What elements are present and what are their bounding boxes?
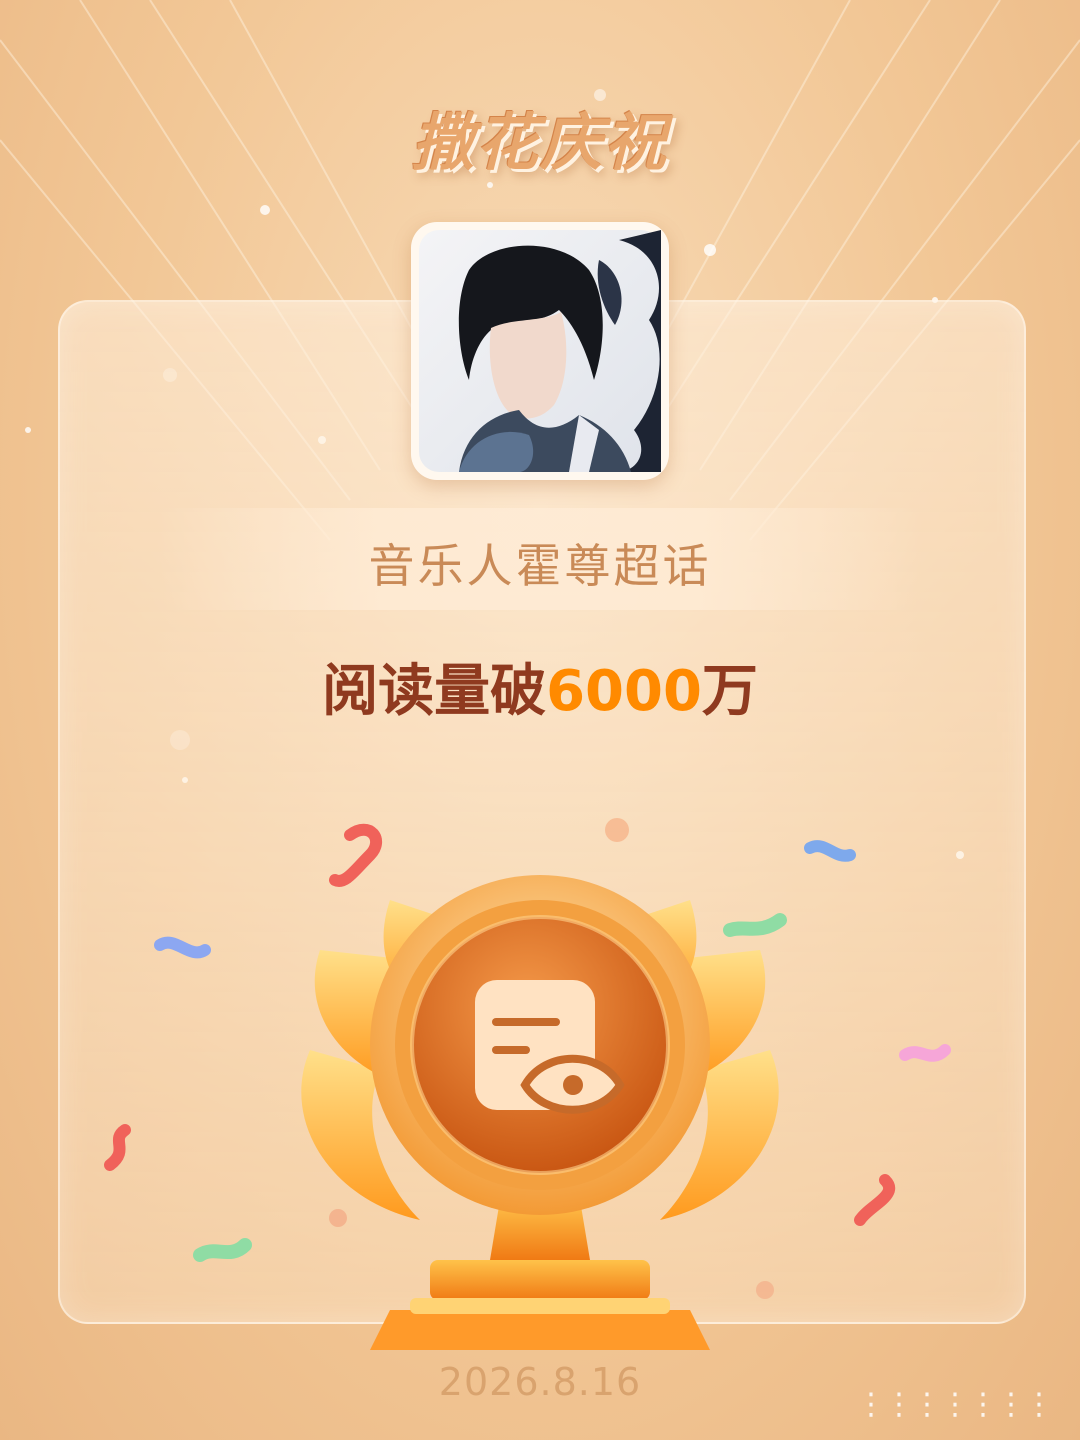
milestone-number: 6000	[546, 659, 702, 724]
trophy-badge	[301, 875, 779, 1350]
topic-name[interactable]: 音乐人霍尊超话	[0, 530, 1080, 596]
milestone-suffix: 万	[701, 659, 758, 724]
avatar[interactable]	[411, 222, 669, 480]
milestone-text: 阅读量破6000万	[0, 646, 1080, 727]
page-title: 撒花庆祝	[411, 106, 668, 179]
user-avatar-photo	[419, 230, 661, 472]
milestone-prefix: 阅读量破	[322, 659, 547, 724]
watermark: ⋮⋮⋮⋮⋮⋮⋮	[856, 1387, 1054, 1422]
